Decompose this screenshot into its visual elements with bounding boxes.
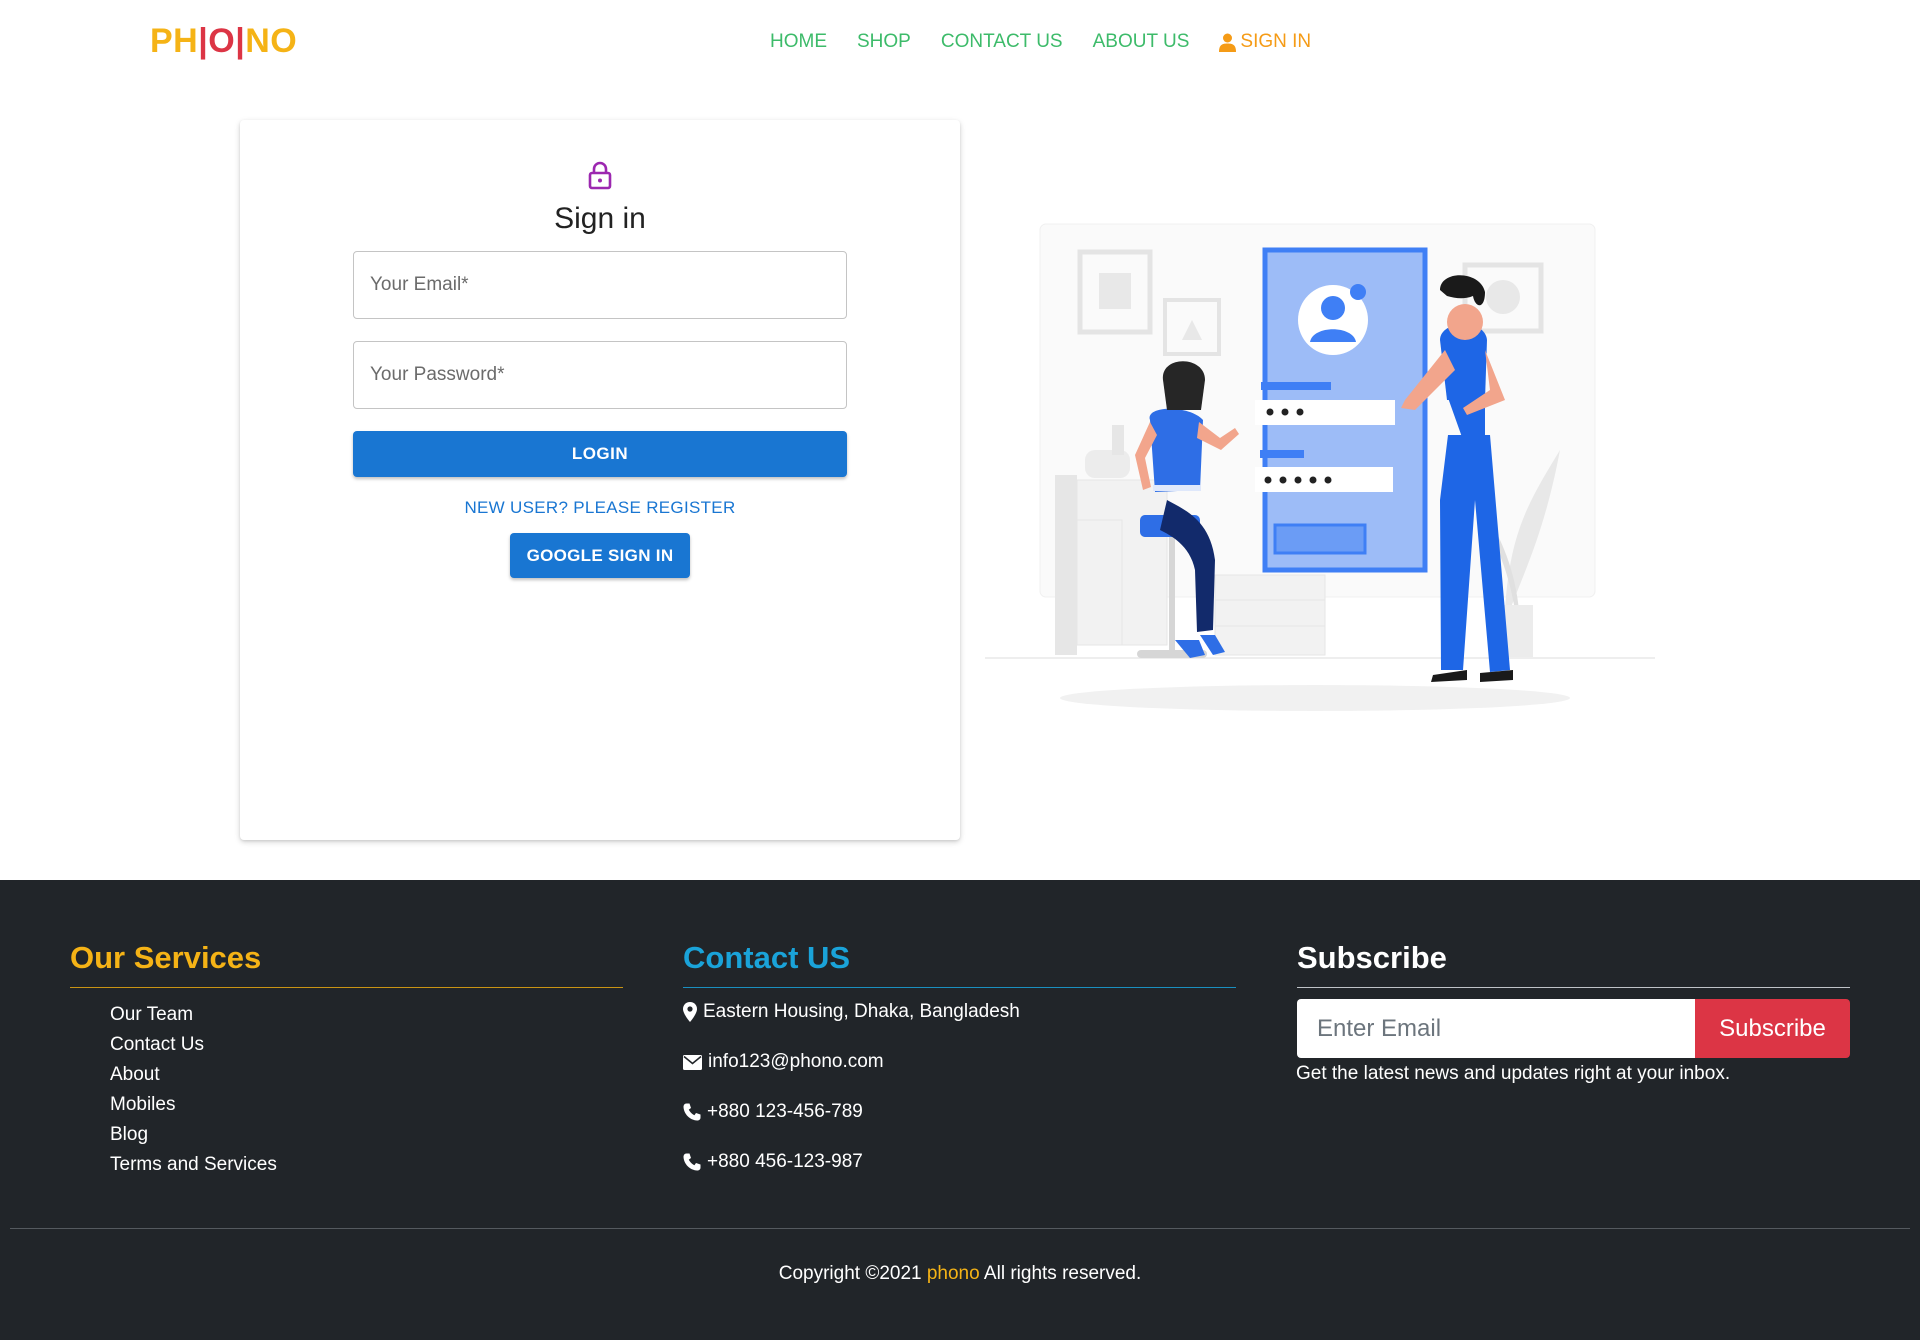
email-field[interactable]	[354, 252, 846, 318]
service-item-mobiles[interactable]: Mobiles	[110, 1090, 277, 1120]
login-button[interactable]: LOGIN	[353, 431, 847, 477]
contact-heading: Contact US	[683, 940, 851, 975]
subscribe-button[interactable]: Subscribe	[1695, 999, 1850, 1058]
contact-phone-1-text: +880 123-456-789	[707, 1101, 863, 1122]
map-marker-icon	[683, 1002, 697, 1022]
service-item-blog[interactable]: Blog	[110, 1120, 277, 1150]
subscribe-divider	[1297, 987, 1850, 988]
services-divider	[70, 987, 623, 988]
brand-logo[interactable]: PH|O|NO	[150, 22, 297, 61]
copyright-brand[interactable]: phono	[927, 1263, 980, 1284]
contact-email-text[interactable]: info123@phono.com	[708, 1051, 884, 1073]
password-field[interactable]	[354, 342, 846, 408]
contact-divider	[683, 987, 1236, 988]
nav-links: HOME SHOP CONTACT US ABOUT US SIGN IN	[770, 31, 1311, 53]
signin-title: Sign in	[554, 202, 646, 235]
nav-contact-us[interactable]: CONTACT US	[941, 31, 1063, 53]
contact-address: Eastern Housing, Dhaka, Bangladesh	[683, 1001, 1020, 1023]
contact-phone-2-text: +880 456-123-987	[707, 1151, 863, 1172]
google-signin-button[interactable]: GOOGLE SIGN IN	[510, 533, 690, 578]
subscribe-email-input[interactable]	[1297, 999, 1695, 1058]
contact-email: info123@phono.com	[683, 1051, 884, 1073]
service-item-terms[interactable]: Terms and Services	[110, 1150, 277, 1180]
lock-icon	[588, 161, 612, 190]
service-item-contact-us[interactable]: Contact Us	[110, 1030, 277, 1060]
copyright-prefix: Copyright ©2021	[778, 1263, 927, 1284]
password-field-wrapper	[353, 341, 847, 409]
services-heading: Our Services	[70, 940, 262, 975]
phone-icon	[683, 1103, 701, 1121]
nav-sign-in-label: SIGN IN	[1240, 31, 1312, 52]
nav-sign-in[interactable]: SIGN IN	[1219, 31, 1311, 53]
contact-phone-1: +880 123-456-789	[683, 1101, 863, 1123]
copyright-suffix: All rights reserved.	[979, 1263, 1142, 1284]
copyright: Copyright ©2021 phono All rights reserve…	[0, 1263, 1920, 1285]
user-icon	[1219, 33, 1237, 52]
envelope-icon	[683, 1054, 702, 1070]
nav-home[interactable]: HOME	[770, 31, 827, 53]
footer: Our Services Our Team Contact Us About M…	[0, 880, 1920, 1340]
services-list: Our Team Contact Us About Mobiles Blog T…	[110, 1000, 277, 1180]
subscribe-heading: Subscribe	[1297, 940, 1447, 975]
footer-divider	[10, 1228, 1910, 1229]
signin-illustration	[985, 223, 1655, 711]
contact-address-text: Eastern Housing, Dhaka, Bangladesh	[703, 1001, 1020, 1022]
service-item-our-team[interactable]: Our Team	[110, 1000, 277, 1030]
signin-card: Sign in LOGIN NEW USER? PLEASE REGISTER …	[240, 120, 960, 840]
service-item-about[interactable]: About	[110, 1060, 277, 1090]
subscribe-note: Get the latest news and updates right at…	[1296, 1063, 1731, 1084]
contact-phone-2: +880 456-123-987	[683, 1151, 863, 1173]
email-field-wrapper	[353, 251, 847, 319]
phone-icon	[683, 1153, 701, 1171]
subscribe-form: Subscribe	[1297, 999, 1850, 1058]
navbar: PH|O|NO HOME SHOP CONTACT US ABOUT US SI…	[0, 0, 1920, 86]
nav-about-us[interactable]: ABOUT US	[1093, 31, 1190, 53]
nav-shop[interactable]: SHOP	[857, 31, 911, 53]
register-link[interactable]: NEW USER? PLEASE REGISTER	[240, 498, 960, 518]
